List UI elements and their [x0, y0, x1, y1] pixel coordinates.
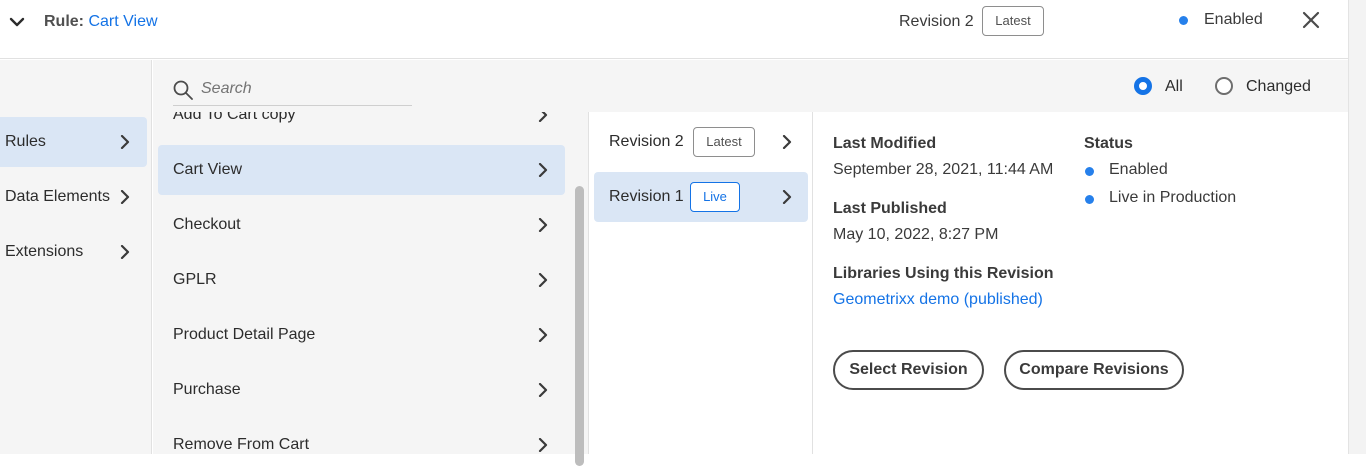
sidebar: Rules Data Elements Extensions	[0, 60, 152, 454]
sidebar-item-label: Extensions	[5, 243, 84, 260]
revision-item-2[interactable]: Revision 2 Latest	[594, 117, 808, 167]
close-icon[interactable]	[1302, 11, 1320, 29]
search-bar	[173, 74, 412, 106]
sidebar-item-rules[interactable]: Rules	[0, 117, 147, 167]
chevron-down-icon[interactable]	[8, 13, 26, 31]
chevron-right-icon	[538, 218, 548, 232]
list-item-label: Add To Cart copy	[173, 112, 296, 123]
rule-item-cart-view[interactable]: Cart View	[158, 145, 565, 195]
header-revision-label: Revision 2	[899, 13, 974, 30]
rule-item-purchase[interactable]: Purchase	[158, 365, 565, 415]
list-item-label: Product Detail Page	[173, 326, 316, 343]
rule-item-add-to-cart-copy[interactable]: Add To Cart copy	[158, 112, 565, 140]
revision-item-1[interactable]: Revision 1 Live	[594, 172, 808, 222]
rules-list-scroll: Add To Cart copy Cart View Checkout GPLR…	[153, 112, 571, 454]
chevron-right-icon	[120, 190, 130, 204]
compare-revisions-button[interactable]: Compare Revisions	[1004, 350, 1184, 390]
rule-title-prefix: Rule:	[44, 13, 84, 30]
revision-label: Revision 2	[609, 133, 684, 150]
revisions-list: Revision 2 Latest Revision 1 Live	[590, 112, 813, 454]
header-revision-badge: Latest	[982, 6, 1044, 36]
window-scrollbar[interactable]	[1348, 0, 1366, 454]
chevron-right-icon	[120, 245, 130, 259]
rule-item-remove-from-cart[interactable]: Remove From Cart	[158, 420, 565, 454]
last-published-label: Last Published	[833, 200, 947, 217]
revision-details: Last Modified September 28, 2021, 11:44 …	[814, 112, 1348, 454]
chevron-right-icon	[538, 163, 548, 177]
status-label: Status	[1084, 135, 1133, 152]
radio-all-label[interactable]: All	[1165, 76, 1183, 98]
revision-filter: All Changed	[571, 60, 1348, 112]
rule-title: Rule: Cart View	[44, 11, 158, 33]
chevron-right-icon	[782, 135, 792, 149]
sidebar-item-extensions[interactable]: Extensions	[0, 227, 147, 277]
sidebar-item-label: Data Elements	[5, 188, 110, 205]
libraries-label: Libraries Using this Revision	[833, 265, 1054, 282]
sidebar-item-label: Rules	[5, 133, 46, 150]
list-item-label: Checkout	[173, 216, 241, 233]
last-published-value: May 10, 2022, 8:27 PM	[833, 226, 999, 243]
last-modified-value: September 28, 2021, 11:44 AM	[833, 161, 1054, 178]
list-item-label: Remove From Cart	[173, 436, 310, 453]
radio-changed-label[interactable]: Changed	[1246, 76, 1311, 98]
status-dot-icon	[1179, 16, 1188, 25]
library-link[interactable]: Geometrixx demo (published)	[833, 289, 1043, 311]
chevron-right-icon	[538, 438, 548, 452]
rules-list: Add To Cart copy Cart View Checkout GPLR…	[153, 60, 571, 454]
rule-header: Rule: Cart View Revision 2 Latest Enable…	[0, 0, 1348, 59]
status-live: Live in Production	[1109, 189, 1237, 206]
chevron-right-icon	[120, 135, 130, 149]
rule-item-gplr[interactable]: GPLR	[158, 255, 565, 305]
list-item-label: GPLR	[173, 271, 217, 288]
rule-item-checkout[interactable]: Checkout	[158, 200, 565, 250]
status-enabled: Enabled	[1109, 161, 1168, 178]
status-dot-icon	[1085, 195, 1094, 204]
revision-badge-latest: Latest	[693, 127, 755, 157]
scrollbar-thumb[interactable]	[575, 186, 584, 466]
revision-label: Revision 1	[609, 188, 684, 205]
rules-list-scrollbar[interactable]	[571, 112, 589, 466]
status-dot-icon	[1085, 167, 1094, 176]
list-item-label: Cart View	[173, 161, 243, 178]
select-revision-button[interactable]: Select Revision	[833, 350, 984, 390]
search-icon	[173, 80, 193, 100]
chevron-right-icon	[538, 112, 548, 122]
chevron-right-icon	[538, 328, 548, 342]
chevron-right-icon	[538, 273, 548, 287]
radio-changed[interactable]	[1215, 77, 1233, 95]
search-input[interactable]	[201, 74, 411, 104]
list-item-label: Purchase	[173, 381, 241, 398]
chevron-right-icon	[782, 190, 792, 204]
last-modified-label: Last Modified	[833, 135, 937, 152]
rule-item-product-detail-page[interactable]: Product Detail Page	[158, 310, 565, 360]
sidebar-item-data-elements[interactable]: Data Elements	[0, 172, 147, 222]
chevron-right-icon	[538, 383, 548, 397]
radio-all[interactable]	[1134, 77, 1152, 95]
rule-name-link[interactable]: Cart View	[88, 13, 157, 30]
revision-badge-live: Live	[690, 182, 740, 212]
header-status: Enabled	[1204, 11, 1263, 28]
